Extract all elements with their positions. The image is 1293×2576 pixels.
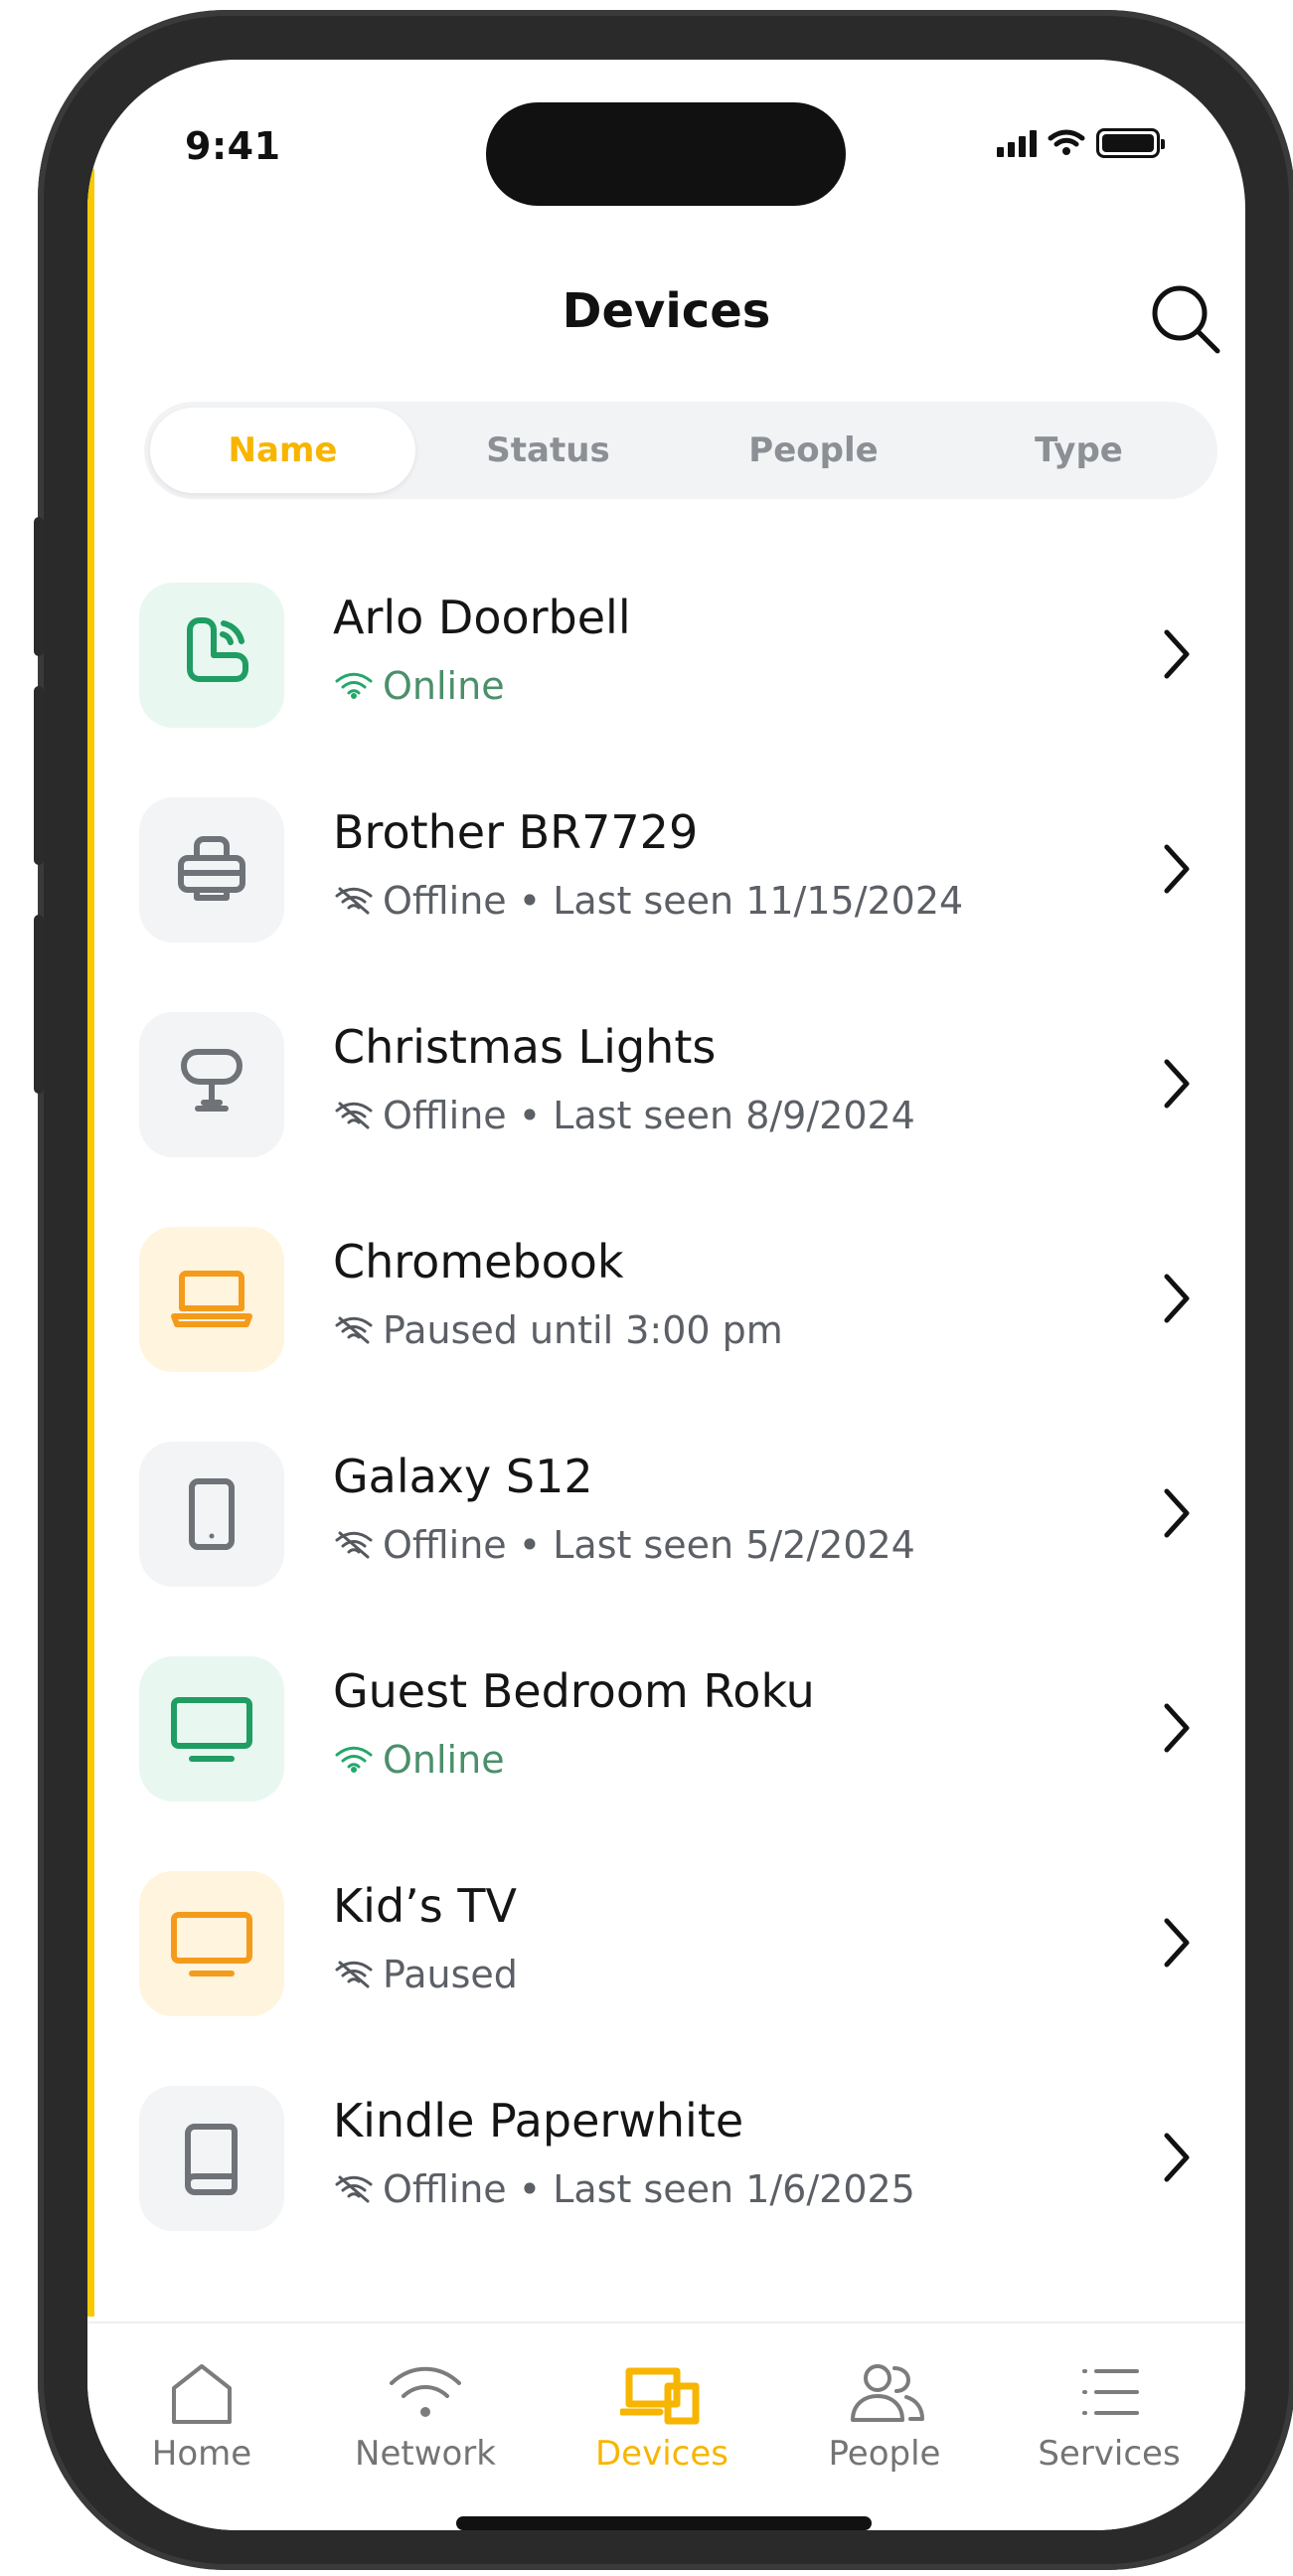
device-row[interactable]: Kid’s TV Paused: [87, 1845, 1245, 2060]
wifi-off-icon: [335, 1531, 373, 1559]
phone-screen: 9:41 Devices Name Status People Type Arl…: [87, 60, 1245, 2530]
device-row[interactable]: Chromebook Paused until 3:00 pm: [87, 1201, 1245, 1416]
device-status: Paused: [333, 1953, 518, 1996]
device-status-text: Offline • Last seen 8/9/2024: [383, 1094, 915, 1137]
page-header: Devices: [87, 283, 1245, 354]
home-icon: [159, 2361, 244, 2427]
printer-icon: [139, 797, 284, 943]
phone-side-button: [34, 517, 44, 656]
tv-icon: [139, 1871, 284, 2016]
device-name: Christmas Lights: [333, 1020, 717, 1074]
wifi-icon: [335, 672, 373, 699]
chevron-right-icon[interactable]: [1150, 837, 1204, 901]
wifi-off-icon: [335, 1102, 373, 1129]
device-status: Offline • Last seen 8/9/2024: [333, 1094, 915, 1137]
cellular-signal-icon: [997, 129, 1037, 157]
tab-people[interactable]: People: [775, 2361, 994, 2495]
device-status-text: Online: [383, 664, 505, 708]
wifi-off-icon: [335, 1316, 373, 1344]
battery-icon: [1096, 128, 1165, 158]
device-row[interactable]: Brother BR7729 Offline • Last seen 11/15…: [87, 772, 1245, 986]
device-row[interactable]: Guest Bedroom Roku Online: [87, 1631, 1245, 1845]
tab-network[interactable]: Network: [316, 2361, 535, 2495]
device-status-text: Paused until 3:00 pm: [383, 1308, 783, 1352]
sort-tab-type[interactable]: Type: [946, 408, 1212, 493]
tv-icon: [139, 1656, 284, 1802]
wifi-icon: [383, 2361, 468, 2427]
tab-home[interactable]: Home: [92, 2361, 311, 2495]
device-status-text: Offline • Last seen 1/6/2025: [383, 2167, 915, 2211]
list-icon: [1066, 2361, 1152, 2427]
search-button[interactable]: [1146, 279, 1225, 359]
chevron-right-icon[interactable]: [1150, 2126, 1204, 2189]
device-status: Offline • Last seen 1/6/2025: [333, 2167, 915, 2211]
home-indicator: [456, 2516, 872, 2530]
lamp-icon: [139, 1012, 284, 1157]
device-name: Brother BR7729: [333, 805, 699, 859]
doorbell-icon: [139, 583, 284, 728]
device-status: Offline • Last seen 5/2/2024: [333, 1523, 915, 1567]
tab-label: Services: [1038, 2434, 1181, 2474]
device-row[interactable]: Christmas Lights Offline • Last seen 8/9…: [87, 986, 1245, 1201]
laptop-icon: [139, 1227, 284, 1372]
ereader-icon: [139, 2086, 284, 2231]
search-icon: [1152, 285, 1220, 354]
device-name: Guest Bedroom Roku: [333, 1664, 815, 1718]
device-name: Kindle Paperwhite: [333, 2094, 744, 2147]
people-icon: [842, 2361, 927, 2427]
wifi-icon: [335, 1746, 373, 1773]
device-row[interactable]: Galaxy S12 Offline • Last seen 5/2/2024: [87, 1416, 1245, 1631]
tab-label: Network: [355, 2434, 496, 2474]
chevron-right-icon[interactable]: [1150, 1052, 1204, 1116]
chevron-right-icon[interactable]: [1150, 1696, 1204, 1760]
wifi-icon: [1048, 129, 1085, 155]
device-status: Offline • Last seen 11/15/2024: [333, 879, 963, 923]
device-name: Kid’s TV: [333, 1879, 517, 1933]
sort-tab-name[interactable]: Name: [150, 408, 415, 493]
devices-icon: [619, 2361, 705, 2427]
status-bar: 9:41: [87, 60, 1245, 209]
bottom-tab-bar: Home Network Devices People Services: [87, 2321, 1245, 2530]
chevron-right-icon[interactable]: [1150, 1911, 1204, 1975]
device-status-text: Offline • Last seen 5/2/2024: [383, 1523, 915, 1567]
device-status: Online: [333, 1738, 505, 1782]
tab-label: Devices: [595, 2434, 728, 2474]
phone-side-button: [34, 915, 44, 1094]
phone-icon: [139, 1442, 284, 1587]
chevron-right-icon[interactable]: [1150, 622, 1204, 686]
tab-label: People: [828, 2434, 941, 2474]
sort-segmented-control: Name Status People Type: [144, 402, 1217, 499]
sort-tab-status[interactable]: Status: [415, 408, 681, 493]
phone-side-button: [34, 686, 44, 865]
status-time: 9:41: [185, 124, 281, 168]
wifi-off-icon: [335, 887, 373, 915]
device-name: Arlo Doorbell: [333, 591, 631, 644]
chevron-right-icon[interactable]: [1150, 1267, 1204, 1330]
device-name: Chromebook: [333, 1235, 624, 1288]
device-status-text: Online: [383, 1738, 505, 1782]
tab-label: Home: [151, 2434, 252, 2474]
tab-services[interactable]: Services: [1000, 2361, 1218, 2495]
tab-devices[interactable]: Devices: [553, 2361, 771, 2495]
device-status-text: Offline • Last seen 11/15/2024: [383, 879, 964, 923]
wifi-off-icon: [335, 1961, 373, 1988]
wifi-off-icon: [335, 2175, 373, 2203]
device-status: Online: [333, 664, 505, 708]
sort-tab-people[interactable]: People: [681, 408, 946, 493]
device-row[interactable]: Kindle Paperwhite Offline • Last seen 1/…: [87, 2060, 1245, 2275]
device-name: Galaxy S12: [333, 1450, 593, 1503]
status-icons: [997, 128, 1165, 158]
page-title: Devices: [562, 283, 771, 339]
dynamic-island: [486, 102, 846, 206]
chevron-right-icon[interactable]: [1150, 1481, 1204, 1545]
device-row[interactable]: Arlo Doorbell Online: [87, 557, 1245, 772]
device-status-text: Paused: [383, 1953, 518, 1996]
device-status: Paused until 3:00 pm: [333, 1308, 783, 1352]
